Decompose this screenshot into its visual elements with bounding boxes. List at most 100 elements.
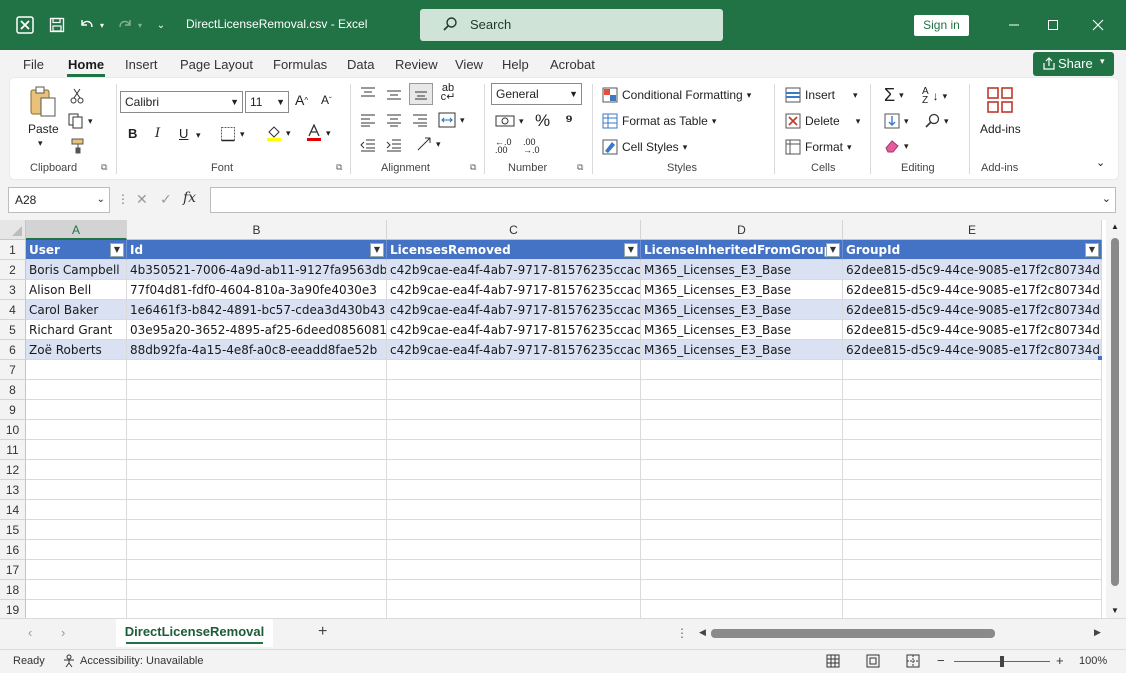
normal-view-icon[interactable] [826, 654, 840, 671]
decrease-indent-icon[interactable] [360, 138, 376, 152]
table-cell[interactable]: M365_Licenses_E3_Base [641, 320, 843, 340]
autosum-icon[interactable]: Σ ▾ [884, 85, 904, 106]
accessibility-icon[interactable] [62, 654, 76, 671]
table-cell[interactable]: c42b9cae-ea4f-4ab7-9717-81576235ccac [387, 340, 641, 360]
sign-in-button[interactable]: Sign in [914, 15, 969, 36]
table-cell[interactable]: 03e95a20-3652-4895-af25-6deed0856081 [127, 320, 387, 340]
delete-cells-button[interactable]: Delete ▾ [785, 113, 860, 129]
undo-dropdown-icon[interactable]: ▾ [96, 14, 108, 36]
cut-icon[interactable] [70, 88, 84, 104]
find-select-icon[interactable]: ▾ [924, 113, 949, 129]
tab-data[interactable]: Data [347, 57, 374, 72]
empty-cell[interactable] [26, 440, 127, 460]
customize-toolbar-icon[interactable]: ⌄ [154, 14, 168, 36]
filter-dropdown-icon[interactable]: ▼ [826, 243, 840, 257]
share-dropdown-icon[interactable]: ▾ [1100, 56, 1105, 67]
prev-sheet-icon[interactable]: ‹ [28, 625, 32, 640]
zoom-level[interactable]: 100% [1079, 655, 1107, 667]
empty-cell[interactable] [843, 500, 1102, 520]
expand-formula-bar-icon[interactable]: ⌄ [1102, 192, 1111, 205]
font-size-dropdown-icon[interactable]: ▼ [276, 92, 285, 112]
empty-cell[interactable] [641, 500, 843, 520]
row-header[interactable]: 4 [0, 300, 26, 320]
table-cell[interactable]: M365_Licenses_E3_Base [641, 300, 843, 320]
paste-icon[interactable] [28, 86, 58, 123]
increase-indent-icon[interactable] [386, 138, 402, 152]
empty-cell[interactable] [387, 500, 641, 520]
empty-cell[interactable] [26, 600, 127, 618]
row-header[interactable]: 17 [0, 560, 26, 580]
align-top-icon[interactable] [360, 86, 376, 100]
empty-cell[interactable] [26, 480, 127, 500]
empty-cell[interactable] [127, 540, 387, 560]
empty-cell[interactable] [387, 540, 641, 560]
empty-cell[interactable] [127, 500, 387, 520]
zoom-out-button[interactable]: − [937, 653, 945, 668]
table-cell[interactable]: 62dee815-d5c9-44ce-9085-e17f2c80734d [843, 260, 1102, 280]
table-cell[interactable]: c42b9cae-ea4f-4ab7-9717-81576235ccac [387, 300, 641, 320]
font-name-dropdown-icon[interactable]: ▼ [230, 92, 239, 112]
column-header-a[interactable]: A [26, 220, 127, 240]
empty-cell[interactable] [26, 540, 127, 560]
next-sheet-icon[interactable]: › [61, 625, 65, 640]
share-button[interactable]: Share ▾ [1033, 52, 1114, 76]
orientation-icon[interactable]: ▾ [416, 136, 441, 152]
confirm-entry-icon[interactable]: ✓ [160, 191, 172, 208]
table-cell[interactable]: 62dee815-d5c9-44ce-9085-e17f2c80734d [843, 300, 1102, 320]
empty-cell[interactable] [127, 480, 387, 500]
zoom-in-button[interactable]: + [1056, 653, 1064, 668]
bold-button[interactable]: B [128, 126, 137, 141]
empty-cell[interactable] [843, 420, 1102, 440]
scroll-down-icon[interactable]: ▼ [1111, 606, 1119, 615]
vertical-scroll-thumb[interactable] [1111, 238, 1119, 586]
empty-cell[interactable] [843, 580, 1102, 600]
empty-cell[interactable] [26, 580, 127, 600]
search-box[interactable]: Search [420, 9, 723, 41]
table-cell[interactable]: 4b350521-7006-4a9d-ab11-9127fa9563db [127, 260, 387, 280]
align-center-icon[interactable] [386, 113, 402, 127]
table-header-cell[interactable]: User ▼ [26, 240, 127, 260]
empty-cell[interactable] [843, 600, 1102, 618]
align-left-icon[interactable] [360, 113, 376, 127]
empty-cell[interactable] [641, 560, 843, 580]
minimize-icon[interactable] [1000, 13, 1028, 37]
tab-home[interactable]: Home [68, 57, 104, 72]
table-cell[interactable]: 1e6461f3-b842-4891-bc57-cdea3d430b43 [127, 300, 387, 320]
empty-cell[interactable] [843, 460, 1102, 480]
empty-cell[interactable] [26, 500, 127, 520]
name-box[interactable]: A28 ⌄ [8, 187, 110, 213]
empty-cell[interactable] [387, 520, 641, 540]
table-cell[interactable]: 62dee815-d5c9-44ce-9085-e17f2c80734d [843, 280, 1102, 300]
empty-cell[interactable] [843, 400, 1102, 420]
insert-cells-button[interactable]: Insert ▾ [785, 87, 858, 103]
empty-cell[interactable] [387, 480, 641, 500]
tab-split-handle-icon[interactable]: ⋮ [676, 626, 688, 640]
number-format-combo[interactable]: General ▼ [491, 83, 582, 105]
table-cell[interactable]: 62dee815-d5c9-44ce-9085-e17f2c80734d [843, 320, 1102, 340]
insert-function-icon[interactable]: fx [183, 190, 196, 206]
close-icon[interactable] [1084, 13, 1112, 37]
empty-cell[interactable] [387, 560, 641, 580]
table-resize-handle-icon[interactable] [1098, 356, 1102, 360]
empty-cell[interactable] [843, 540, 1102, 560]
zoom-slider-thumb[interactable] [1000, 656, 1004, 667]
empty-cell[interactable] [843, 360, 1102, 380]
redo-icon[interactable] [114, 14, 136, 36]
merge-center-icon[interactable]: ▾ [438, 112, 465, 128]
empty-cell[interactable] [127, 580, 387, 600]
empty-cell[interactable] [26, 420, 127, 440]
table-cell[interactable]: Boris Campbell [26, 260, 127, 280]
scroll-left-icon[interactable]: ◀ [699, 627, 706, 638]
empty-cell[interactable] [26, 380, 127, 400]
table-header-cell[interactable]: Id ▼ [127, 240, 387, 260]
empty-cell[interactable] [641, 400, 843, 420]
underline-dropdown-icon[interactable]: ▾ [196, 130, 201, 141]
add-ins-icon[interactable] [986, 86, 1014, 117]
row-header[interactable]: 14 [0, 500, 26, 520]
filter-dropdown-icon[interactable]: ▼ [110, 243, 124, 257]
fill-color-icon[interactable]: ▾ [266, 124, 291, 142]
filter-dropdown-icon[interactable]: ▼ [624, 243, 638, 257]
table-cell[interactable]: 77f04d81-fdf0-4604-810a-3a90fe4030e3 [127, 280, 387, 300]
empty-cell[interactable] [127, 440, 387, 460]
table-cell[interactable]: c42b9cae-ea4f-4ab7-9717-81576235ccac [387, 280, 641, 300]
